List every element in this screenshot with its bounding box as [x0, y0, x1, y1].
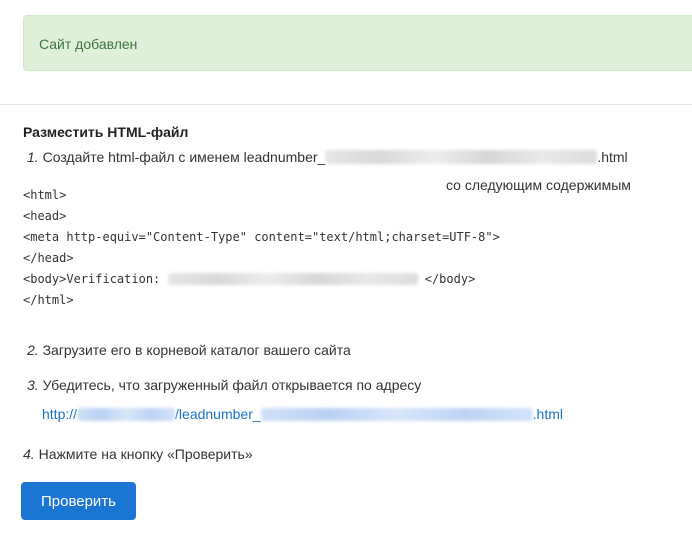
step-1: 1. Создайте html-файл с именем leadnumbe…: [27, 149, 628, 165]
verification-file-link[interactable]: http:// /leadnumber_ .html: [42, 406, 563, 422]
step-1-text: Создайте html-файл с именем leadnumber_: [42, 149, 326, 165]
step-3: 3. Убедитесь, что загруженный файл откры…: [27, 377, 421, 393]
step-2-number: 2.: [27, 342, 39, 358]
step-3-text: Убедитесь, что загруженный файл открывае…: [42, 377, 422, 393]
filename-hash-redacted: [325, 150, 598, 165]
link-path[interactable]: /leadnumber_: [175, 406, 261, 422]
step-1-number: 1.: [27, 149, 39, 165]
step-1-continuation: со следующим содержимым: [446, 177, 631, 193]
divider: [0, 104, 692, 105]
code-line-body: <body>Verification: </body>: [23, 272, 475, 286]
step-4-number: 4.: [23, 446, 35, 462]
code-body-start: <body>Verification:: [23, 272, 168, 286]
domain-redacted[interactable]: [77, 407, 176, 421]
section-title: Разместить HTML-файл: [23, 124, 189, 140]
verify-button[interactable]: Проверить: [21, 482, 136, 520]
step-4: 4. Нажмите на кнопку «Проверить»: [23, 446, 253, 462]
verification-code-redacted: [167, 272, 418, 285]
link-hash-redacted[interactable]: [260, 407, 533, 421]
step-4-text: Нажмите на кнопку «Проверить»: [38, 446, 253, 462]
link-extension[interactable]: .html: [533, 406, 563, 422]
success-alert: Сайт добавлен: [23, 15, 692, 71]
step-2-text: Загрузите его в корневой каталог вашего …: [42, 342, 351, 358]
code-line-meta: <meta http-equiv="Content-Type" content=…: [23, 230, 500, 244]
step-2: 2. Загрузите его в корневой каталог ваше…: [27, 342, 351, 358]
code-line-html-open: <html>: [23, 188, 67, 202]
code-line-head-open: <head>: [23, 209, 67, 223]
link-scheme[interactable]: http://: [42, 406, 77, 422]
step-1-extension: .html: [597, 149, 628, 165]
code-line-html-close: </html>: [23, 293, 74, 307]
code-body-end: </body>: [417, 272, 476, 286]
step-3-number: 3.: [27, 377, 39, 393]
code-line-head-close: </head>: [23, 251, 74, 265]
